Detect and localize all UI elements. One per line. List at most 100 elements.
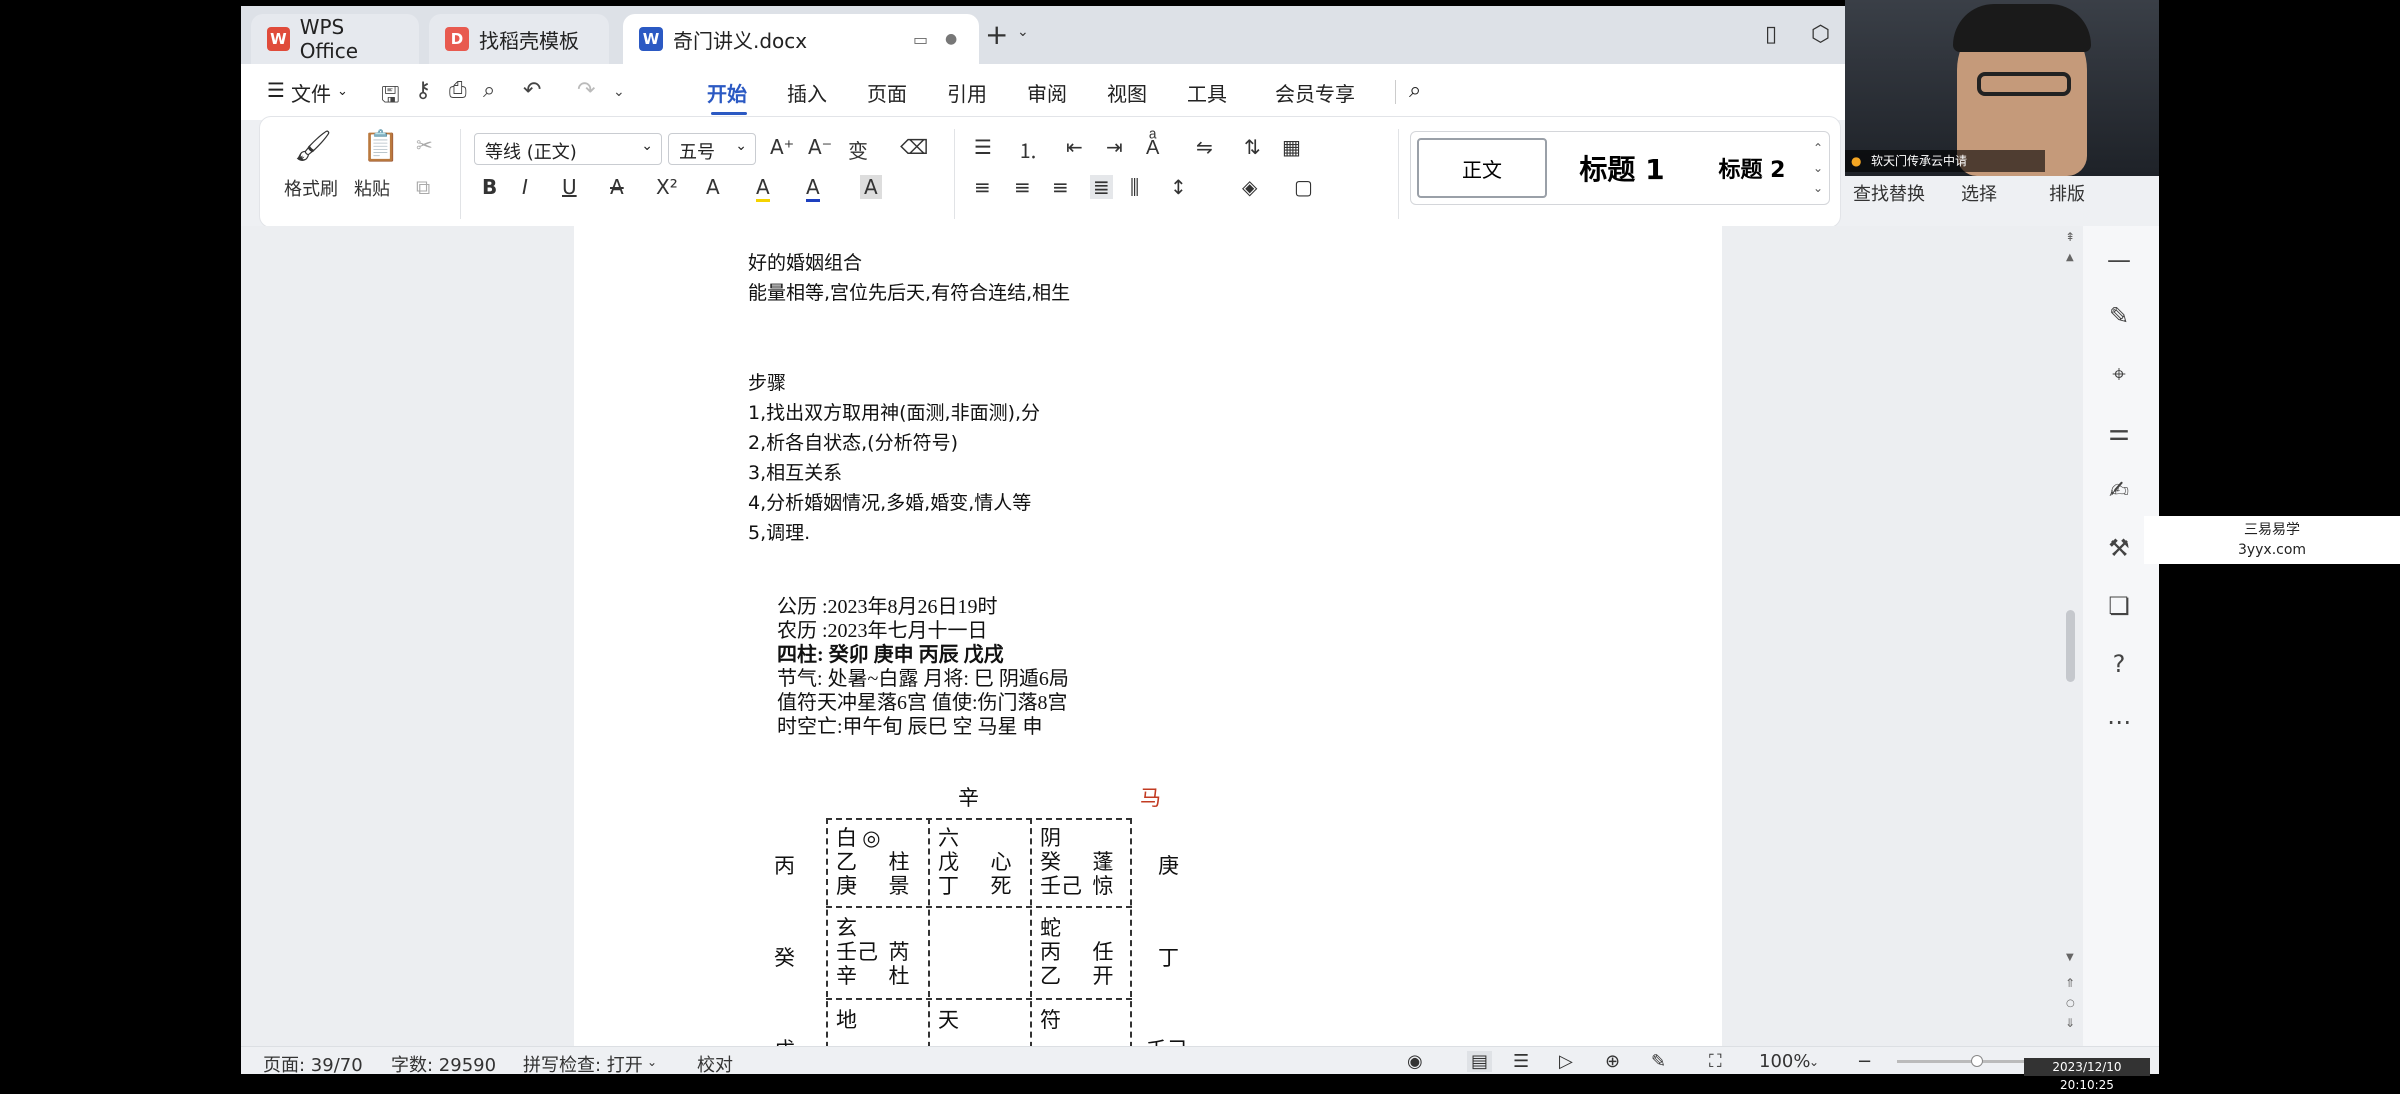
help-icon[interactable]: ? <box>2099 644 2139 684</box>
grow-font-icon[interactable]: A⁺ <box>770 135 794 159</box>
font-size-select[interactable]: 五号 ⌄ <box>668 133 756 165</box>
style-heading1[interactable]: 标题 1 <box>1557 138 1687 198</box>
zoom-level[interactable]: 100% <box>1759 1051 1810 1072</box>
clear-format-icon[interactable]: ⌫ <box>900 135 928 159</box>
redo-icon[interactable]: ↷ <box>577 78 595 103</box>
prev-page-icon[interactable]: ⇑ <box>2065 976 2075 990</box>
key-icon[interactable]: ⚷ <box>415 78 431 103</box>
tab-tools[interactable]: 工具 <box>1187 78 1227 107</box>
vertical-scrollbar[interactable]: ⇞ ▲ ▼ ⇑ ○ ⇓ <box>2059 226 2083 1046</box>
tab-insert[interactable]: 插入 <box>787 78 827 107</box>
document-page[interactable]: 好的婚姻组合 能量相等,宫位先后天,有符合连结,相生 步骤 1,找出双方取用神(… <box>574 226 1722 1062</box>
italic-icon[interactable]: I <box>522 175 528 199</box>
align-left-icon[interactable]: ≡ <box>974 175 991 199</box>
highlight-icon[interactable]: A <box>756 175 770 202</box>
panel-layout-icon[interactable]: ▯ <box>1765 22 1777 47</box>
strikethrough-icon[interactable]: A <box>610 175 624 199</box>
shrink-font-icon[interactable]: A⁻ <box>808 135 832 159</box>
numbered-list-icon[interactable]: ⒈ <box>1018 135 1038 164</box>
scroll-down-icon[interactable]: ▼ <box>2066 952 2074 963</box>
spell-check[interactable]: 拼写检查: 打开 <box>523 1051 643 1074</box>
increase-indent-icon[interactable]: ⇥ <box>1106 135 1123 159</box>
scroll-up-icon[interactable]: ▲ <box>2066 252 2074 263</box>
cube-icon[interactable]: ⬡ <box>1811 22 1830 47</box>
char-shading-icon[interactable]: A <box>860 175 882 199</box>
word-count[interactable]: 字数: 29590 <box>391 1051 496 1074</box>
tab-template[interactable]: D 找稻壳模板 <box>429 14 609 64</box>
find-replace-button[interactable]: 查找替换 <box>1853 180 1925 206</box>
new-tab-button[interactable]: + <box>985 18 1008 51</box>
print-preview-icon[interactable]: ⌕ <box>483 78 495 103</box>
file-menu[interactable]: 文件 <box>291 78 331 107</box>
align-center-icon[interactable]: ≡ <box>1014 175 1031 199</box>
page-view-icon[interactable]: ▤ <box>1467 1051 1493 1072</box>
text-effect-icon[interactable]: A <box>706 175 720 199</box>
phonetic-icon[interactable]: 变 <box>848 135 868 164</box>
paste-icon[interactable]: 📋 <box>362 129 399 164</box>
bold-icon[interactable]: B <box>482 175 497 199</box>
border-icon[interactable]: ▢ <box>1294 175 1313 199</box>
arrange-button[interactable]: 排版 <box>2049 180 2085 206</box>
browse-object-icon[interactable]: ○ <box>2066 998 2075 1009</box>
monitor-icon[interactable]: ▭ <box>913 30 928 49</box>
eye-icon[interactable]: ◉ <box>1407 1051 1423 1072</box>
tab-page[interactable]: 页面 <box>867 78 907 107</box>
book-icon[interactable]: ❏ <box>2099 586 2139 626</box>
pen-icon[interactable]: ✎ <box>2099 296 2139 336</box>
undo-icon[interactable]: ↶ <box>523 78 541 103</box>
paste-label[interactable]: 粘贴 <box>354 175 390 201</box>
sort-icon[interactable]: ⇅ <box>1244 135 1261 159</box>
select-button[interactable]: 选择 <box>1961 180 1997 206</box>
format-painter-label[interactable]: 格式刷 <box>284 175 338 201</box>
scroll-top-icon[interactable]: ⇞ <box>2065 230 2075 244</box>
align-right-icon[interactable]: ≡ <box>1052 175 1069 199</box>
tab-wps-office[interactable]: W WPS Office <box>251 14 419 64</box>
superscript-icon[interactable]: X² <box>656 175 678 199</box>
zoom-slider-thumb[interactable] <box>1971 1055 1983 1067</box>
more-chevron-icon[interactable]: ⌄ <box>613 84 625 100</box>
outline-view-icon[interactable]: ☰ <box>1513 1051 1529 1072</box>
fit-page-icon[interactable]: ⛶ <box>1709 1051 1722 1072</box>
tab-home[interactable]: 开始 <box>707 78 747 107</box>
tab-document[interactable]: W 奇门讲义.docx ▭ ● <box>623 14 979 64</box>
proofread[interactable]: 校对 <box>697 1051 733 1074</box>
cursor-icon[interactable]: ⌖ <box>2099 354 2139 394</box>
format-painter-icon[interactable]: 🖌 <box>294 129 332 164</box>
text-direction-icon[interactable]: ⇋ <box>1196 135 1213 159</box>
print-icon[interactable]: ⎙ <box>449 78 467 103</box>
tab-list-chevron-icon[interactable]: ⌄ <box>1017 24 1029 40</box>
search-icon[interactable]: ⌕ <box>1409 78 1421 103</box>
bullet-list-icon[interactable]: ☰ <box>974 135 992 159</box>
font-color-icon[interactable]: A <box>806 175 820 202</box>
scroll-thumb[interactable] <box>2066 610 2075 682</box>
sliders-icon[interactable]: ⚌ <box>2099 412 2139 452</box>
tab-member[interactable]: 会员专享 <box>1275 78 1355 107</box>
tab-view[interactable]: 视图 <box>1107 78 1147 107</box>
page-count[interactable]: 页面: 39/70 <box>263 1051 363 1074</box>
write-mode-icon[interactable]: ✎ <box>1651 1051 1666 1072</box>
underline-icon[interactable]: U <box>562 175 577 199</box>
chinese-layout-icon[interactable]: Aͣ <box>1146 135 1159 160</box>
sign-icon[interactable]: ✍ <box>2099 470 2139 510</box>
web-view-icon[interactable]: ⊕ <box>1605 1051 1620 1072</box>
play-icon[interactable]: ▷ <box>1559 1051 1573 1072</box>
save-icon[interactable]: 🖫 <box>381 78 400 116</box>
copy-icon[interactable]: ⧉ <box>416 175 430 199</box>
hamburger-icon[interactable]: ☰ <box>267 78 285 102</box>
zoom-out-icon[interactable]: − <box>1857 1051 1872 1072</box>
shading-icon[interactable]: ◈ <box>1242 175 1257 199</box>
line-spacing-icon[interactable]: ↕ <box>1170 175 1187 199</box>
tab-references[interactable]: 引用 <box>947 78 987 107</box>
collapse-icon[interactable]: — <box>2099 240 2139 280</box>
cut-icon[interactable]: ✂ <box>416 133 433 157</box>
tab-review[interactable]: 审阅 <box>1027 78 1067 107</box>
decrease-indent-icon[interactable]: ⇤ <box>1066 135 1083 159</box>
show-marks-icon[interactable]: ▦ <box>1282 135 1301 159</box>
distributed-icon[interactable]: ⫼ <box>1130 175 1139 199</box>
style-heading2[interactable]: 标题 2 <box>1697 138 1807 198</box>
more-icon[interactable]: ⋯ <box>2099 702 2139 742</box>
style-normal[interactable]: 正文 <box>1417 138 1547 198</box>
tools-icon[interactable]: ⚒ <box>2099 528 2139 568</box>
style-scroll-icon[interactable]: ⌃ ⌄ ⌄ <box>1813 138 1823 198</box>
justify-icon[interactable]: ≣ <box>1090 175 1113 199</box>
